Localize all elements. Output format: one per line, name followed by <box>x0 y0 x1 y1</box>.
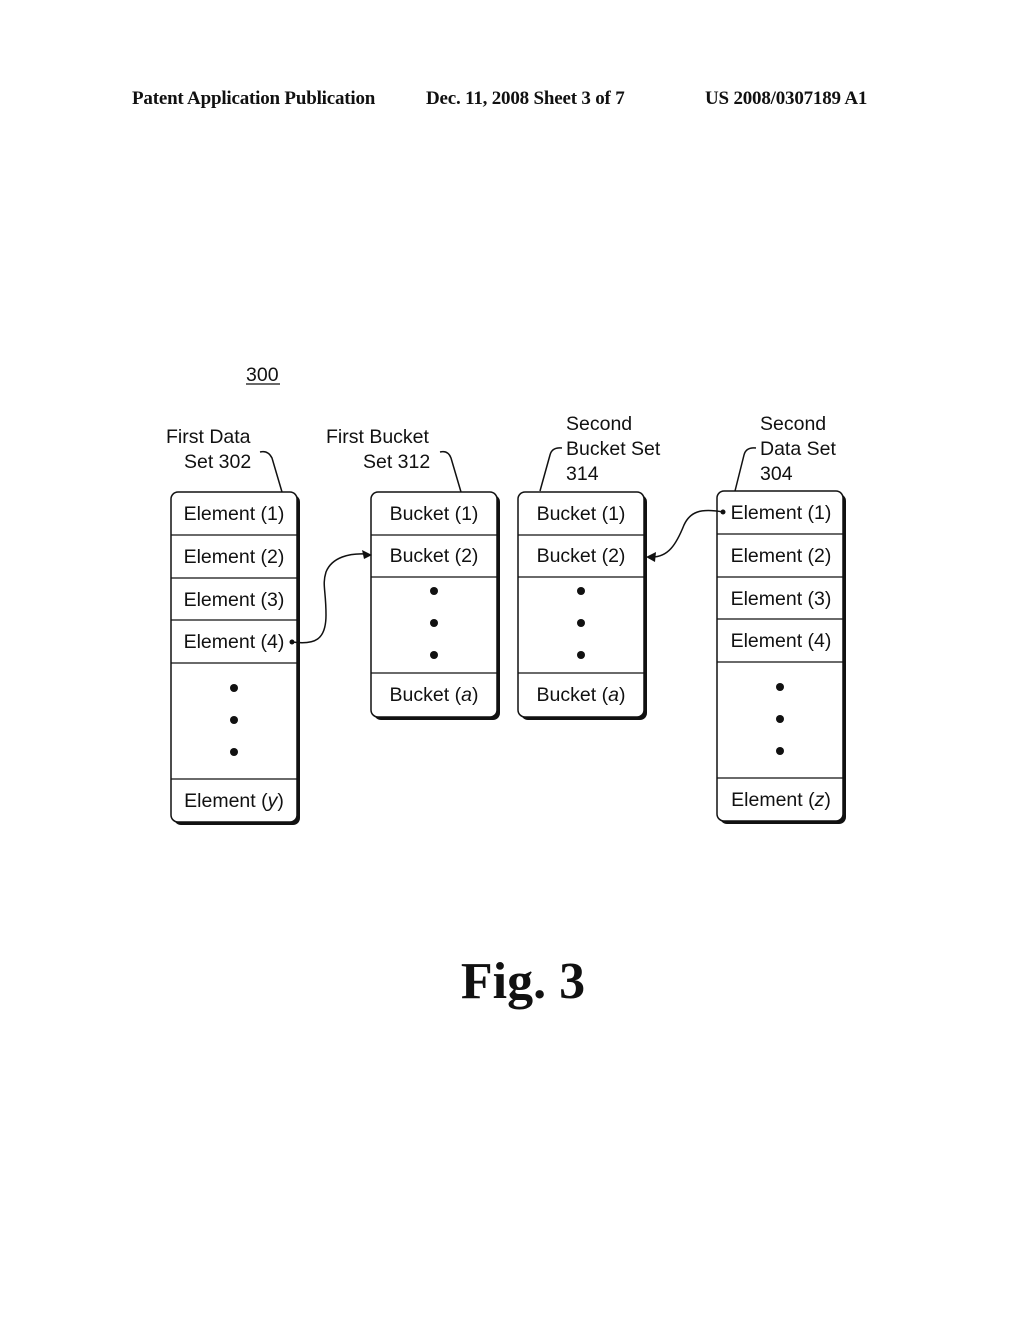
figure-diagram: 300 First Data Set 302 Element (1) Eleme… <box>166 364 846 825</box>
set-cell: Bucket (1) <box>390 503 479 525</box>
set-label-line: 314 <box>566 463 599 485</box>
set-label-line: Second <box>566 413 632 435</box>
set-box <box>716 490 844 822</box>
set-label-line: Second <box>760 413 826 435</box>
figure-reference-number: 300 <box>246 364 279 386</box>
set-cell: Element (2) <box>184 546 285 568</box>
set-cell: Element (1) <box>184 503 285 525</box>
set-label-line: 304 <box>760 463 793 485</box>
figure-caption: Fig. 3 <box>460 953 586 1010</box>
set-label-line: First Bucket <box>326 426 430 448</box>
connector-curve <box>651 509 724 558</box>
set-label-line: Set 302 <box>184 451 251 473</box>
set-cell: Element (4) <box>184 631 285 653</box>
ellipsis-dot <box>230 716 238 724</box>
first-data-set: First Data Set 302 Element (1) Element (… <box>166 426 300 825</box>
set-cell-last: Element (y) <box>184 790 284 812</box>
ellipsis-dot <box>577 651 585 659</box>
set-cell: Bucket (2) <box>537 545 626 567</box>
ellipsis-dot <box>430 587 438 595</box>
ellipsis-dot <box>776 715 784 723</box>
ellipsis-dot <box>230 684 238 692</box>
leader-line <box>539 447 563 492</box>
set-cell: Element (2) <box>731 545 832 567</box>
set-cell-last: Bucket (a) <box>390 684 479 706</box>
set-label-line: Data Set <box>760 438 836 460</box>
set-cell: Element (3) <box>731 588 832 610</box>
second-data-set: Second Data Set 304 Element (1) Element … <box>716 413 846 824</box>
set-label-line: Bucket Set <box>566 438 661 460</box>
ellipsis-dot <box>430 651 438 659</box>
set-label-line: First Data <box>166 426 251 448</box>
set-cell: Element (1) <box>731 502 832 524</box>
set-cell: Bucket (2) <box>390 545 479 567</box>
set-cell-last: Element (z) <box>731 789 831 811</box>
second-bucket-set: Second Bucket Set 314 Bucket (1) Bucket … <box>517 413 661 720</box>
ellipsis-dot <box>430 619 438 627</box>
leader-line <box>439 450 462 493</box>
ellipsis-dot <box>776 747 784 755</box>
first-bucket-set: First Bucket Set 312 Bucket (1) Bucket (… <box>326 426 500 720</box>
set-cell: Element (3) <box>184 589 285 611</box>
set-cell-last: Bucket (a) <box>537 684 626 706</box>
set-cell: Bucket (1) <box>537 503 626 525</box>
ellipsis-dot <box>230 748 238 756</box>
leader-line <box>734 447 757 492</box>
set-box <box>170 491 298 823</box>
set-cell: Element (4) <box>731 630 832 652</box>
ellipsis-dot <box>776 683 784 691</box>
set-label-line: Set 312 <box>363 451 430 473</box>
arrow-element1-to-bucket2 <box>646 509 726 562</box>
leader-line <box>259 450 283 493</box>
ellipsis-dot <box>577 587 585 595</box>
arrowhead-icon <box>646 552 656 562</box>
connector-curve <box>291 553 367 644</box>
ellipsis-dot <box>577 619 585 627</box>
arrow-element4-to-bucket2 <box>289 550 372 645</box>
cell-prefix: Element ( <box>184 790 268 812</box>
